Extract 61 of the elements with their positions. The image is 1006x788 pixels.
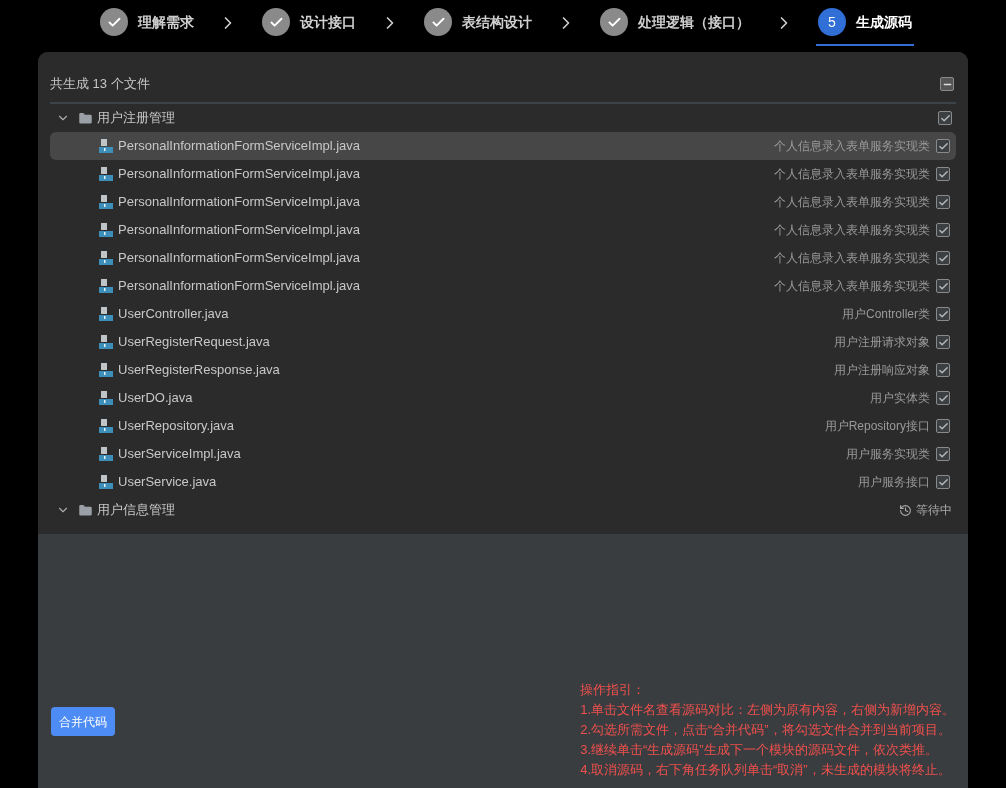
file-row[interactable]: UserRegisterRequest.java 用户注册请求对象 (50, 328, 956, 356)
file-name[interactable]: UserServiceImpl.java (118, 444, 846, 464)
file-name[interactable]: UserRegisterRequest.java (118, 332, 834, 352)
step-label: 处理逻辑（接口） (638, 12, 750, 32)
file-description: 用户注册请求对象 (834, 334, 930, 351)
file-description: 个人信息录入表单服务实现类 (774, 250, 930, 267)
step-label: 设计接口 (300, 12, 356, 32)
file-description: 个人信息录入表单服务实现类 (774, 222, 930, 239)
file-description: 用户Controller类 (841, 306, 930, 323)
file-name[interactable]: PersonalInformationFormServiceImpl.java (118, 220, 774, 240)
file-description: 个人信息录入表单服务实现类 (774, 138, 930, 155)
guide-line: 3.继续单击“生成源码”生成下一个模块的源码文件，依次类推。 (580, 741, 939, 759)
guide-title: 操作指引： (580, 681, 647, 699)
step-tab[interactable]: 理解需求 (98, 0, 196, 46)
file-row[interactable]: PersonalInformationFormServiceImpl.java 个人信息录入表单服务实现类 (50, 272, 956, 300)
file-row[interactable]: UserDO.java 用户实体类 (50, 384, 956, 412)
file-row[interactable]: PersonalInformationFormServiceImpl.java 个人信息录入表单服务实现类 (50, 188, 956, 216)
file-row[interactable]: PersonalInformationFormServiceImpl.java 个人信息录入表单服务实现类 (50, 160, 956, 188)
file-name[interactable]: PersonalInformationFormServiceImpl.java (118, 136, 774, 156)
guide-line: 4.取消源码，右下角任务队列单击“取消”，未生成的模块将终止。 (580, 761, 952, 779)
file-description: 用户Repository接口 (824, 418, 930, 435)
step-tab[interactable]: 处理逻辑（接口） (598, 0, 752, 46)
file-row[interactable]: PersonalInformationFormServiceImpl.java 个人信息录入表单服务实现类 (50, 244, 956, 272)
step-label: 生成源码 (856, 12, 912, 32)
step-number: 5 (818, 8, 846, 36)
file-row[interactable]: UserRegisterResponse.java 用户注册响应对象 (50, 356, 956, 384)
file-row[interactable]: UserService.java 用户服务接口 (50, 468, 956, 496)
file-name[interactable]: PersonalInformationFormServiceImpl.java (118, 164, 774, 184)
folder-name: 用户信息管理 (97, 501, 176, 520)
folder-row[interactable]: 用户注册管理 (50, 104, 956, 132)
file-name[interactable]: PersonalInformationFormServiceImpl.java (118, 248, 774, 268)
file-name[interactable]: UserService.java (118, 472, 858, 492)
step-tab[interactable]: 设计接口 (260, 0, 358, 46)
file-description: 个人信息录入表单服务实现类 (774, 194, 930, 211)
status-text: 等待中 (916, 502, 952, 519)
folder-row[interactable]: 用户信息管理 等待中 (50, 496, 956, 524)
file-row[interactable]: UserServiceImpl.java 用户服务实现类 (50, 440, 956, 468)
file-row[interactable]: PersonalInformationFormServiceImpl.java 个人信息录入表单服务实现类 (50, 216, 956, 244)
step-tab[interactable]: 表结构设计 (422, 0, 534, 46)
file-description: 用户实体类 (870, 390, 930, 407)
file-description: 用户服务接口 (858, 474, 930, 491)
file-name[interactable]: UserRepository.java (118, 416, 825, 436)
file-name[interactable]: UserDO.java (118, 388, 870, 408)
guide-line: 2.勾选所需文件，点击“合并代码”，将勾选文件合并到当前项目。 (580, 721, 952, 739)
file-row[interactable]: UserRepository.java 用户Repository接口 (50, 412, 956, 440)
file-description: 个人信息录入表单服务实现类 (774, 166, 930, 183)
file-description: 个人信息录入表单服务实现类 (774, 278, 930, 295)
step-label: 表结构设计 (462, 12, 532, 32)
file-row[interactable]: UserController.java 用户Controller类 (50, 300, 956, 328)
guide-line: 1.单击文件名查看源码对比：左侧为原有内容，右侧为新增内容。 (580, 701, 955, 719)
file-name[interactable]: UserRegisterResponse.java (118, 360, 834, 380)
file-count: 共生成 13 个文件 (50, 75, 150, 94)
file-name[interactable]: PersonalInformationFormServiceImpl.java (118, 276, 774, 296)
file-row[interactable]: PersonalInformationFormServiceImpl.java 个人信息录入表单服务实现类 (50, 132, 956, 160)
step-tab[interactable]: 5 生成源码 (816, 0, 914, 46)
file-name[interactable]: UserController.java (118, 304, 842, 324)
folder-name: 用户注册管理 (97, 109, 176, 128)
step-label: 理解需求 (138, 12, 194, 32)
file-description: 用户服务实现类 (846, 446, 930, 463)
file-name[interactable]: PersonalInformationFormServiceImpl.java (118, 192, 774, 212)
file-description: 用户注册响应对象 (834, 362, 930, 379)
